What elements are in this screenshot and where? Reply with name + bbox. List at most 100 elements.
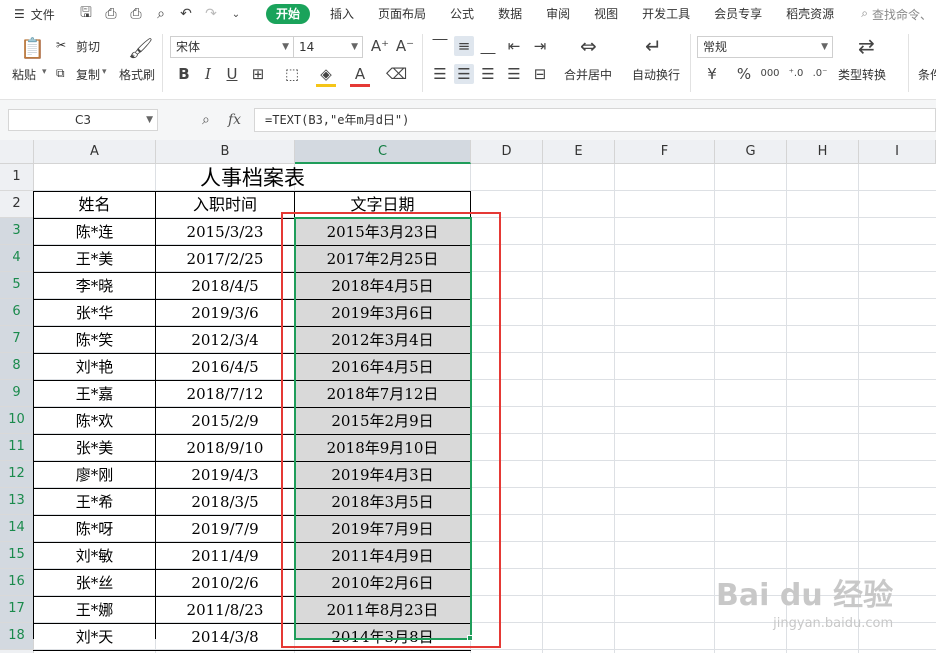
bold-icon[interactable]: B <box>174 64 194 84</box>
hire-date-cell[interactable]: 2018/9/10 <box>156 435 294 462</box>
hire-date-cell[interactable]: 2019/7/9 <box>156 516 294 543</box>
wrap-text-icon[interactable]: ↵ <box>645 34 662 58</box>
tab-insert[interactable]: 插入 <box>318 0 366 28</box>
row-header[interactable]: 10 <box>0 407 34 434</box>
redo-icon[interactable]: ↷ <box>203 6 219 22</box>
table-title[interactable]: 人事档案表 <box>34 164 471 191</box>
print-icon[interactable]: ⎙ <box>128 6 144 22</box>
row-header[interactable]: 4 <box>0 245 34 272</box>
tab-formulas[interactable]: 公式 <box>438 0 486 28</box>
header-name[interactable]: 姓名 <box>34 191 155 218</box>
fill-color-icon[interactable]: ◈ <box>316 64 336 87</box>
increase-indent-icon[interactable]: ⇥ <box>530 36 550 56</box>
align-middle-icon[interactable]: ≡ <box>454 36 474 56</box>
tab-developer[interactable]: 开发工具 <box>630 0 702 28</box>
column-header-i[interactable]: I <box>859 140 936 164</box>
row-header[interactable]: 7 <box>0 326 34 353</box>
column-header-e[interactable]: E <box>543 140 615 164</box>
name-cell[interactable]: 刘*敏 <box>34 543 155 570</box>
name-box[interactable]: C3 ▼ <box>8 109 158 131</box>
header-hire-date[interactable]: 入职时间 <box>156 191 294 218</box>
tab-page-layout[interactable]: 页面布局 <box>366 0 438 28</box>
hire-date-cell[interactable]: 2014/3/8 <box>156 624 294 651</box>
decrease-decimal-icon[interactable]: .0⁻ <box>810 64 830 84</box>
row-header[interactable]: 3 <box>0 218 34 245</box>
hire-date-cell[interactable]: 2015/3/23 <box>156 219 294 246</box>
tab-review[interactable]: 审阅 <box>534 0 582 28</box>
row-header[interactable]: 17 <box>0 596 34 623</box>
undo-icon[interactable]: ↶ <box>178 6 194 22</box>
row-header[interactable]: 12 <box>0 461 34 488</box>
align-left-icon[interactable]: ☰ <box>430 64 450 84</box>
justify-icon[interactable]: ☰ <box>504 64 524 84</box>
formula-input[interactable]: =TEXT(B3,"e年m月d日") <box>254 108 936 132</box>
column-header-a[interactable]: A <box>34 140 156 164</box>
currency-icon[interactable]: ¥ <box>702 64 722 84</box>
type-convert-icon[interactable]: ⇄ <box>858 34 875 58</box>
hire-date-cell[interactable]: 2017/2/25 <box>156 246 294 273</box>
hire-date-cell[interactable]: 2011/8/23 <box>156 597 294 624</box>
name-cell[interactable]: 王*希 <box>34 489 155 516</box>
name-cell[interactable]: 陈*呀 <box>34 516 155 543</box>
name-cell[interactable]: 张*华 <box>34 300 155 327</box>
percent-icon[interactable]: % <box>734 64 754 84</box>
clear-format-icon[interactable]: ⌫ <box>386 64 407 84</box>
column-header-g[interactable]: G <box>715 140 787 164</box>
row-header[interactable]: 9 <box>0 380 34 407</box>
name-cell[interactable]: 刘*艳 <box>34 354 155 381</box>
align-top-icon[interactable]: ⎺ <box>430 36 450 56</box>
spreadsheet-grid[interactable]: A B C D E F G H I 1 2 3 4 5 6 7 8 9 10 11 12 13 14 15 1… <box>0 140 936 653</box>
row-header[interactable]: 15 <box>0 542 34 569</box>
column-header-h[interactable]: H <box>787 140 859 164</box>
type-convert-button[interactable]: 类型转换 <box>838 66 886 83</box>
select-all-corner[interactable] <box>0 140 34 164</box>
hire-date-cell[interactable]: 2011/4/9 <box>156 543 294 570</box>
row-header[interactable]: 1 <box>0 164 34 191</box>
hire-date-cell[interactable]: 2016/4/5 <box>156 354 294 381</box>
paste-chevron-icon[interactable]: ▾ <box>42 67 47 77</box>
merge-center-icon[interactable]: ⇔ <box>580 34 597 58</box>
name-cell[interactable]: 陈*连 <box>34 219 155 246</box>
align-right-icon[interactable]: ☰ <box>478 64 498 84</box>
row-header[interactable]: 8 <box>0 353 34 380</box>
name-cell[interactable]: 王*美 <box>34 246 155 273</box>
scissors-icon[interactable]: ✂ <box>56 38 66 52</box>
print-preview-icon[interactable]: ⌕ <box>153 6 169 22</box>
column-header-f[interactable]: F <box>615 140 715 164</box>
row-header[interactable]: 18 <box>0 623 34 650</box>
copy-icon[interactable]: ⧉ <box>56 66 65 81</box>
italic-icon[interactable]: I <box>198 64 218 84</box>
save-icon[interactable]: 🖫 <box>78 2 94 26</box>
conditional-format-button[interactable]: 条件 <box>918 66 936 83</box>
distributed-align-icon[interactable]: ⊟ <box>530 64 550 84</box>
hire-date-cell[interactable]: 2018/7/12 <box>156 381 294 408</box>
align-bottom-icon[interactable]: ⎽ <box>478 36 498 56</box>
hire-date-cell[interactable]: 2010/2/6 <box>156 570 294 597</box>
merge-center-button[interactable]: 合并居中 <box>564 66 612 83</box>
chevron-down-icon[interactable]: ⌄ <box>228 9 244 20</box>
wrap-text-button[interactable]: 自动换行 <box>632 66 680 83</box>
font-size-select[interactable]: 14 ▼ <box>293 36 363 58</box>
font-name-select[interactable]: 宋体 ▼ <box>170 36 294 58</box>
export-pdf-icon[interactable]: ⎙ <box>103 6 119 22</box>
name-cell[interactable]: 廖*刚 <box>34 462 155 489</box>
column-header-b[interactable]: B <box>156 140 295 164</box>
row-header[interactable]: 16 <box>0 569 34 596</box>
row-header[interactable]: 11 <box>0 434 34 461</box>
name-cell[interactable]: 陈*欢 <box>34 408 155 435</box>
tab-docer-resources[interactable]: 稻壳资源 <box>774 0 846 28</box>
hire-date-cell[interactable]: 2015/2/9 <box>156 408 294 435</box>
hire-date-cell[interactable]: 2018/3/5 <box>156 489 294 516</box>
decrease-indent-icon[interactable]: ⇤ <box>504 36 524 56</box>
row-header[interactable]: 13 <box>0 488 34 515</box>
hire-date-cell[interactable]: 2019/4/3 <box>156 462 294 489</box>
thousands-separator-icon[interactable]: 000 <box>760 64 780 84</box>
name-cell[interactable]: 李*晓 <box>34 273 155 300</box>
hire-date-cell[interactable]: 2012/3/4 <box>156 327 294 354</box>
tab-view[interactable]: 视图 <box>582 0 630 28</box>
cut-button[interactable]: 剪切 <box>76 38 100 55</box>
row-header[interactable]: 14 <box>0 515 34 542</box>
hire-date-cell[interactable]: 2018/4/5 <box>156 273 294 300</box>
tab-home[interactable]: 开始 <box>266 4 311 24</box>
row-header[interactable]: 2 <box>0 191 34 218</box>
